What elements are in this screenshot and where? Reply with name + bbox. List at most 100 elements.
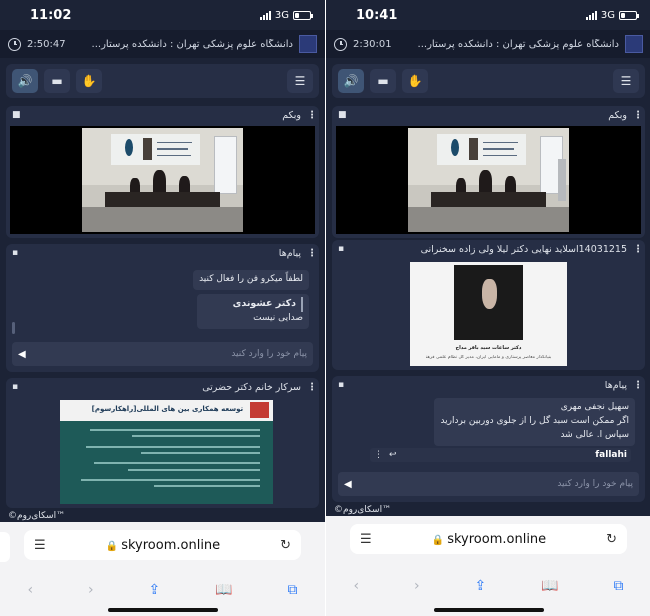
menu-button[interactable]: ☰: [287, 69, 313, 93]
url-text: skyroom.online: [121, 537, 221, 553]
chat-input-placeholder: پیام خود را وارد کنید: [231, 349, 307, 359]
chat-panel-title: پیام‌ها: [604, 379, 627, 391]
video-camera-icon: ■: [338, 110, 347, 120]
webcam-video: [10, 126, 315, 234]
webcam-panel: ■ وبکم ⋮: [6, 106, 319, 238]
panel-more-icon[interactable]: ⋮: [633, 110, 643, 121]
hamburger-menu-icon: ☰: [294, 74, 306, 88]
skyroom-brand: ©اسکای‌روم™: [8, 511, 66, 521]
chat-panel: ▪ پیام‌ها ⋮ سهیل نجفی مهری اگر ممکن است …: [332, 376, 645, 502]
chat-message-line: اگر ممکن است سبد گل را از جلوی دوربین بر…: [440, 415, 629, 426]
more-icon[interactable]: ⋮: [374, 450, 383, 460]
chat-message: دکتر عشوندی صدایی نیست: [197, 294, 309, 329]
session-timer: 2:30:01: [353, 38, 392, 50]
slide-panel-title: 14031215اسلاید نهایی دکتر لیلا ولی زاده …: [420, 243, 627, 255]
reply-icon[interactable]: ↩: [389, 450, 397, 460]
address-url: 🔒 skyroom.online: [378, 532, 600, 547]
forward-icon[interactable]: ›: [88, 582, 94, 598]
chat-icon: ▪: [338, 380, 345, 390]
panel-more-icon[interactable]: ⋮: [307, 382, 317, 393]
chat-message: سهیل نجفی مهری اگر ممکن است سبد گل را از…: [434, 398, 635, 446]
tab-edge[interactable]: [0, 532, 10, 562]
network-label: 3G: [274, 9, 289, 21]
bookmarks-icon[interactable]: 📖: [541, 578, 558, 594]
share-icon[interactable]: ⇪: [149, 582, 161, 598]
slide-panel: ▪ 14031215اسلاید نهایی دکتر لیلا ولی زاد…: [332, 240, 645, 370]
speaker-icon: 🔊: [343, 74, 359, 88]
status-bar: 11:02 3G: [0, 0, 325, 30]
chat-icon: ▪: [12, 248, 19, 258]
chat-message-text: صدایی نیست: [253, 312, 303, 323]
raise-hand-button[interactable]: ✋: [402, 69, 428, 93]
address-bar[interactable]: ☰ 🔒 skyroom.online ↻: [350, 524, 627, 554]
chat-messages: لطفاً میکرو فن را فعال کنید دکتر عشوندی …: [10, 264, 315, 338]
menu-button[interactable]: ☰: [613, 69, 639, 93]
reload-icon[interactable]: ↻: [280, 538, 291, 553]
send-icon[interactable]: ◀: [18, 349, 26, 360]
university-logo: [299, 35, 317, 53]
tabs-icon[interactable]: ⧉: [288, 582, 298, 598]
signal-icon: [259, 10, 271, 20]
status-time: 10:41: [356, 7, 398, 23]
chat-scrollbar[interactable]: [12, 322, 15, 334]
clock-icon: [8, 37, 21, 51]
chat-message: لطفاً میکرو فن را فعال کنید: [193, 270, 309, 290]
lecturer-portrait: [453, 265, 524, 340]
panel-more-icon[interactable]: ⋮: [633, 244, 643, 255]
raise-hand-icon: ✋: [81, 74, 97, 88]
slide-icon: ▪: [12, 382, 19, 392]
session-header: 2:30:01 دانشگاه علوم پزشکی تهران : دانشک…: [326, 30, 650, 58]
raise-hand-icon: ✋: [407, 74, 423, 88]
network-label: 3G: [600, 9, 615, 21]
url-text: skyroom.online: [447, 531, 547, 547]
back-icon[interactable]: ‹: [353, 578, 359, 594]
chat-input[interactable]: ◀ پیام خود را وارد کنید: [338, 472, 639, 496]
whiteboard-button[interactable]: ▬: [44, 69, 70, 93]
left-phone-screen: 11:02 3G 2:50:47 دانشگاه علوم پزشکی تهرا…: [0, 0, 325, 616]
back-icon[interactable]: ‹: [27, 582, 33, 598]
chat-message-line: سهیل نجفی مهری: [560, 402, 629, 412]
reader-icon[interactable]: ☰: [360, 532, 372, 547]
panel-more-icon[interactable]: ⋮: [307, 248, 317, 259]
speaker-button[interactable]: 🔊: [12, 69, 38, 93]
status-bar: 10:41 3G: [326, 0, 650, 30]
chat-messages: سهیل نجفی مهری اگر ممکن است سبد گل را از…: [336, 396, 641, 468]
panel-more-icon[interactable]: ⋮: [307, 110, 317, 121]
address-bar[interactable]: ☰ 🔒 skyroom.online ↻: [24, 530, 301, 560]
chat-sender-name: دکتر عشوندی: [232, 298, 296, 309]
forward-icon[interactable]: ›: [414, 578, 420, 594]
tabs-icon[interactable]: ⧉: [614, 578, 624, 594]
reload-icon[interactable]: ↻: [606, 532, 617, 547]
reply-bar[interactable]: ⋮ ↩ fallahi: [370, 448, 631, 462]
browser-nav: ‹ › ⇪ 📖 ⧉: [326, 576, 650, 596]
presentation-slide: دکتر ساعات سید باقر مداح بنیانگذار معاصر…: [410, 262, 567, 366]
whiteboard-button[interactable]: ▬: [370, 69, 396, 93]
webcam-video: [336, 126, 641, 234]
whiteboard-icon: ▬: [377, 74, 389, 88]
send-icon[interactable]: ◀: [344, 479, 352, 490]
status-time: 11:02: [30, 7, 72, 23]
session-header: 2:50:47 دانشگاه علوم پزشکی تهران : دانشک…: [0, 30, 325, 58]
signal-icon: [585, 10, 597, 20]
chat-message-line: سپاس ا. عالی شد: [560, 429, 629, 440]
skyroom-brand: ©اسکای‌روم™: [334, 505, 392, 515]
speaker-icon: 🔊: [17, 74, 33, 88]
panel-more-icon[interactable]: ⋮: [633, 380, 643, 391]
slide-caption: دکتر ساعات سید باقر مداح: [455, 345, 522, 352]
room-toolbar: 🔊 ▬ ✋ ☰: [6, 64, 319, 98]
chat-input[interactable]: ◀ پیام خود را وارد کنید: [12, 342, 313, 366]
share-icon[interactable]: ⇪: [475, 578, 487, 594]
slide-icon: ▪: [338, 244, 345, 254]
webcam-panel: ■ وبکم ⋮: [332, 106, 645, 238]
reader-icon[interactable]: ☰: [34, 538, 46, 553]
raise-hand-button[interactable]: ✋: [76, 69, 102, 93]
chat-quote: دکتر عشوندی: [203, 297, 303, 312]
chat-message-text: لطفاً میکرو فن را فعال کنید: [199, 274, 303, 284]
speaker-button[interactable]: 🔊: [338, 69, 364, 93]
webcam-panel-title: وبکم: [608, 109, 627, 121]
bookmarks-icon[interactable]: 📖: [215, 582, 232, 598]
battery-icon: [619, 10, 639, 20]
lock-icon: 🔒: [431, 534, 448, 546]
classroom-video-frame: [82, 128, 243, 232]
session-title: دانشگاه علوم پزشکی تهران : دانشکده پرستا…: [91, 38, 293, 50]
